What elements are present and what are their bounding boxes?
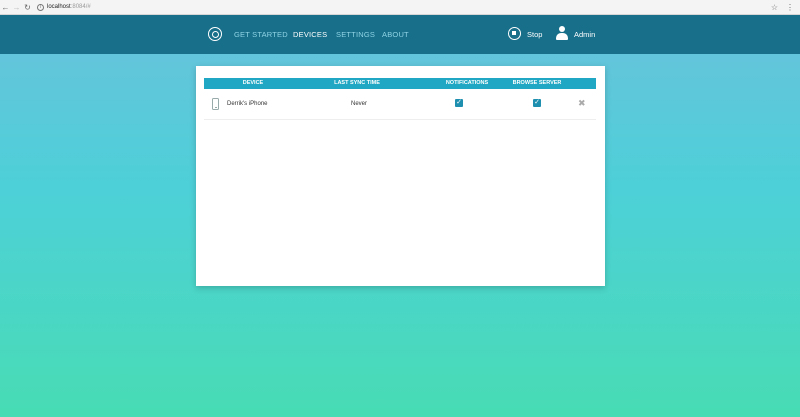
- browse-server-checkbox[interactable]: ✓: [533, 99, 541, 107]
- column-header-last-sync: LAST SYNC TIME: [334, 80, 380, 86]
- stop-button[interactable]: Stop: [527, 30, 542, 39]
- app-header: GET STARTED DEVICES SETTINGS ABOUT Stop …: [0, 15, 800, 54]
- reload-icon[interactable]: ↻: [22, 0, 33, 15]
- nav-about[interactable]: ABOUT: [382, 30, 409, 39]
- table-row: Derrik's iPhone Never ✓ ✓ ✖: [204, 89, 596, 120]
- back-arrow-icon[interactable]: ←: [0, 0, 11, 15]
- bookmark-star-icon[interactable]: ☆: [771, 3, 778, 12]
- menu-dots-icon[interactable]: ⋮: [786, 3, 794, 12]
- column-header-browse-server: BROWSE SERVER: [512, 80, 562, 86]
- url-path: :8084/#: [70, 4, 91, 10]
- phone-icon: [212, 98, 219, 110]
- notifications-checkbox[interactable]: ✓: [455, 99, 463, 107]
- address-bar[interactable]: i localhost:8084/#: [37, 2, 91, 13]
- url-host: localhost: [47, 4, 71, 10]
- user-icon[interactable]: [556, 26, 568, 41]
- logo-icon[interactable]: [208, 27, 222, 41]
- devices-table-header: DEVICE LAST SYNC TIME NOTIFICATIONS BROW…: [204, 78, 596, 89]
- info-icon[interactable]: i: [37, 3, 44, 11]
- nav-devices[interactable]: DEVICES: [293, 30, 327, 39]
- device-name: Derrik's iPhone: [227, 101, 268, 107]
- user-menu-label[interactable]: Admin: [574, 30, 595, 39]
- column-header-device: DEVICE: [242, 80, 264, 86]
- nav-get-started[interactable]: GET STARTED: [234, 30, 288, 39]
- forward-arrow-icon[interactable]: →: [11, 0, 22, 15]
- browser-toolbar: ← → ↻ i localhost:8084/# ☆ ⋮: [0, 0, 800, 15]
- devices-card: DEVICE LAST SYNC TIME NOTIFICATIONS BROW…: [196, 66, 605, 286]
- stop-icon[interactable]: [508, 27, 521, 40]
- remove-device-icon[interactable]: ✖: [578, 98, 586, 109]
- last-sync-time: Never: [351, 101, 368, 107]
- nav-settings[interactable]: SETTINGS: [336, 30, 375, 39]
